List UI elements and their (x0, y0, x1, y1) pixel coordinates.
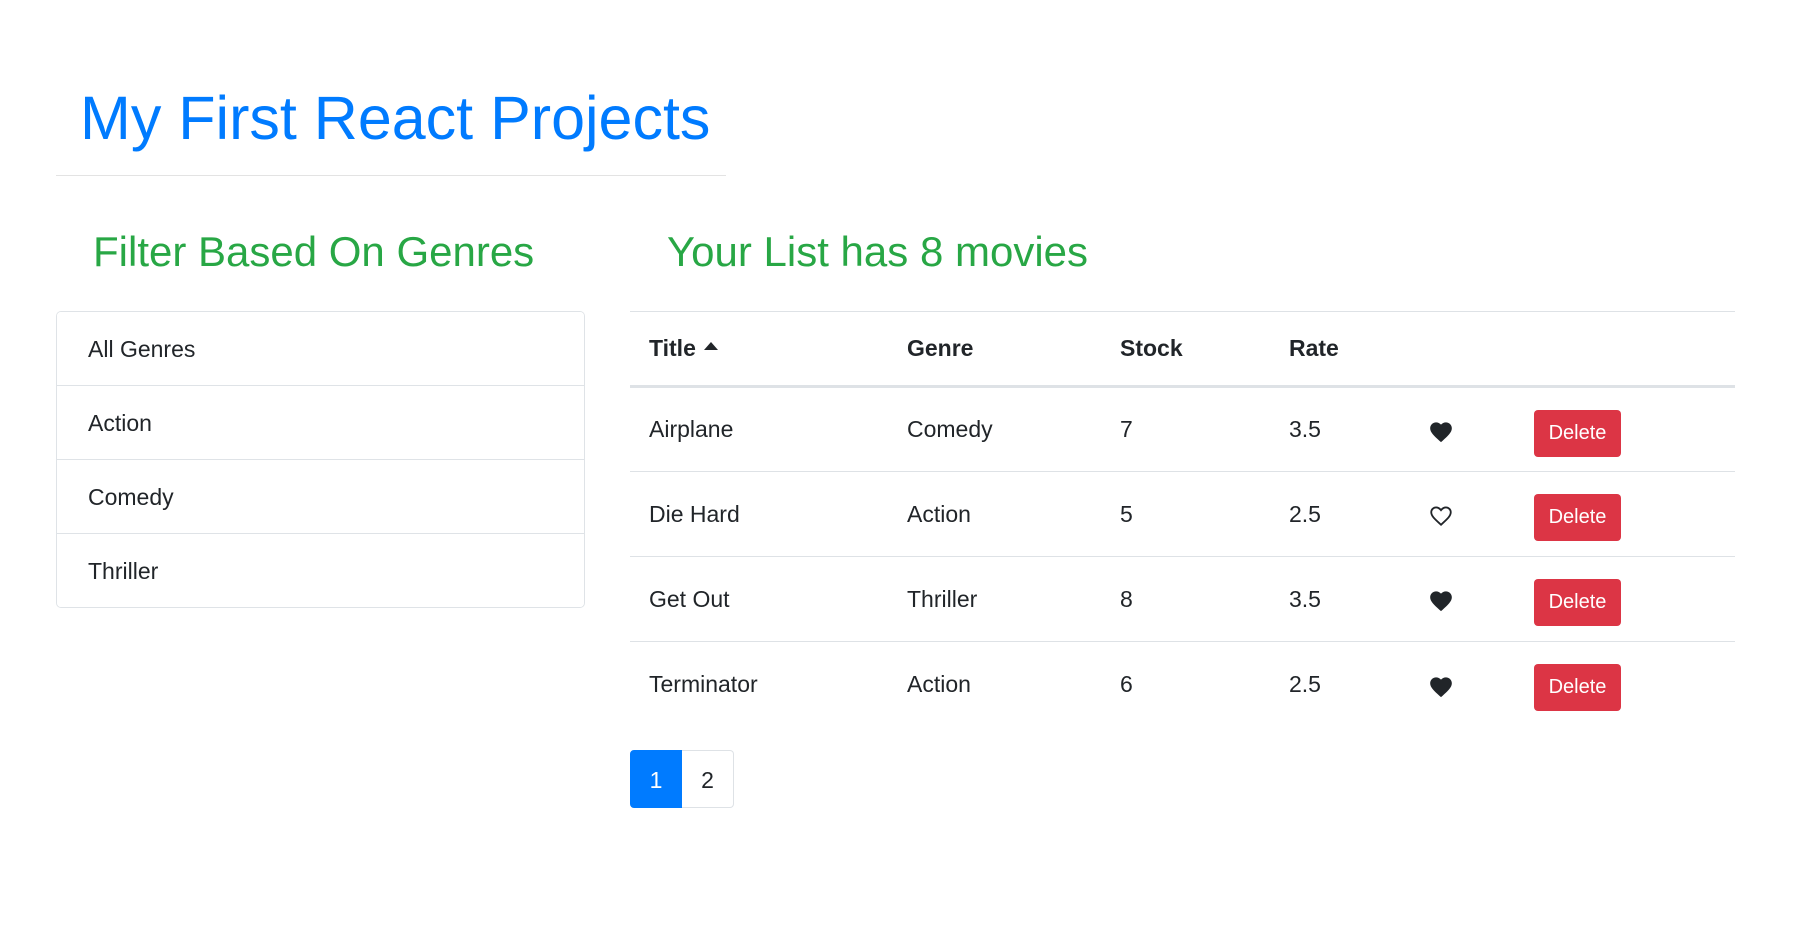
page: My First React Projects Filter Based On … (0, 0, 1810, 942)
movie-stock: 8 (1101, 556, 1270, 642)
caret-up-icon (703, 342, 718, 350)
movie-title: Get Out (630, 556, 888, 642)
movie-title: Die Hard (630, 471, 888, 557)
like-cell (1420, 471, 1525, 557)
movie-rate: 3.5 (1270, 386, 1420, 472)
movie-rate: 2.5 (1270, 471, 1420, 557)
heart-filled-icon[interactable] (1428, 588, 1454, 612)
page-link-2[interactable]: 2 (682, 750, 734, 808)
title-divider (56, 175, 726, 176)
delete-button[interactable]: Delete (1534, 664, 1621, 712)
movie-genre: Action (907, 670, 971, 697)
delete-button[interactable]: Delete (1534, 579, 1621, 626)
page-link-1[interactable]: 1 (630, 750, 682, 808)
genre-item-action[interactable]: Action (57, 386, 584, 460)
column-header-like (1420, 311, 1525, 388)
genre-item-comedy[interactable]: Comedy (57, 460, 584, 534)
pagination: 1 2 (630, 750, 734, 808)
movie-title: Terminator (649, 670, 758, 697)
genre-item-all-genres[interactable]: All Genres (57, 312, 584, 386)
table-header-row: Title Genre Stock Rate (630, 311, 1735, 388)
movies-table: Title Genre Stock Rate Airplane Comedy 7… (630, 311, 1735, 727)
movie-genre: Comedy (888, 386, 1101, 472)
movie-genre: Action (888, 471, 1101, 557)
action-cell: Delete (1525, 556, 1735, 642)
column-header-title[interactable]: Title (630, 311, 888, 388)
table-row: Terminator Action 6 2.5 Delete (630, 642, 1735, 727)
delete-button[interactable]: Delete (1534, 409, 1621, 457)
heart-filled-icon[interactable] (1428, 419, 1454, 443)
page-title: My First React Projects (80, 84, 711, 152)
genre-item-thriller[interactable]: Thriller (57, 534, 584, 607)
movie-title: Airplane (630, 386, 888, 472)
column-title-label: Title (649, 335, 696, 361)
column-header-genre[interactable]: Genre (888, 311, 1101, 388)
like-cell (1420, 556, 1525, 642)
like-cell (1420, 386, 1525, 472)
like-cell (1420, 642, 1525, 727)
movie-stock: 7 (1101, 386, 1270, 472)
genre-list: All Genres Action Comedy Thriller (56, 311, 585, 608)
table-row: Airplane Comedy 7 3.5 Delete (630, 386, 1735, 472)
heart-filled-icon[interactable] (1428, 674, 1454, 698)
action-cell: Delete (1525, 386, 1735, 472)
table-row: Die Hard Action 5 2.5 Delete (630, 471, 1735, 557)
action-cell: Delete (1525, 471, 1735, 557)
movie-genre: Thriller (888, 556, 1101, 642)
column-header-action (1525, 311, 1735, 388)
movie-rate: 3.5 (1270, 556, 1420, 642)
column-header-rate[interactable]: Rate (1270, 311, 1420, 388)
movie-stock: 5 (1101, 471, 1270, 557)
movie-count-heading: Your List has 8 movies (667, 228, 1089, 275)
column-header-stock[interactable]: Stock (1101, 311, 1270, 388)
heart-outline-icon[interactable] (1428, 503, 1454, 527)
action-cell: Delete (1525, 642, 1735, 727)
movie-stock: 6 (1120, 670, 1133, 697)
table-row: Get Out Thriller 8 3.5 Delete (630, 556, 1735, 642)
filter-heading: Filter Based On Genres (93, 228, 535, 275)
delete-button[interactable]: Delete (1534, 494, 1621, 541)
movie-rate: 2.5 (1289, 670, 1321, 697)
